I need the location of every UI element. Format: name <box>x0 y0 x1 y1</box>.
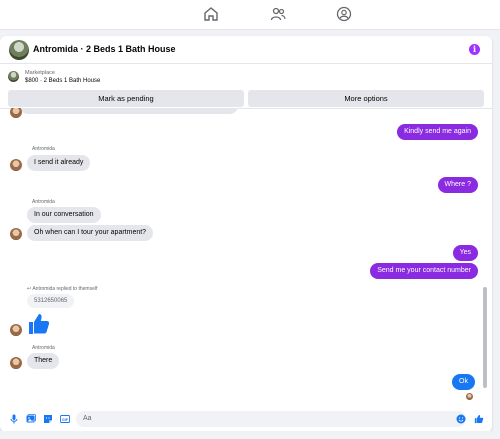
svg-text:GIF: GIF <box>62 417 69 421</box>
avatar <box>10 357 22 369</box>
message-incoming[interactable]: There <box>27 353 60 369</box>
avatar <box>10 324 22 336</box>
sender-name: Antromida <box>32 199 55 205</box>
mark-as-pending-button[interactable]: Mark as pending <box>8 90 244 107</box>
listing-summary[interactable]: Marketplace $800 · 2 Beds 1 Bath House <box>0 65 492 89</box>
microphone-icon[interactable] <box>8 413 19 424</box>
reply-note-text: Antromida replied to themself <box>32 286 98 292</box>
message-composer: GIF Aa <box>0 406 492 432</box>
emoji-icon[interactable] <box>455 413 466 424</box>
seen-avatar <box>466 393 473 400</box>
listing-price: $800 · 2 Beds 1 Bath House <box>25 78 101 84</box>
message-outgoing[interactable]: Kindly send me again <box>397 124 478 140</box>
chat-window: Antromida · 2 Beds 1 Bath House i Market… <box>0 36 492 432</box>
message-bubble-cutoff <box>20 108 238 114</box>
info-icon[interactable]: i <box>469 44 480 55</box>
more-options-button[interactable]: More options <box>248 90 484 107</box>
chat-header: Antromida · 2 Beds 1 Bath House i <box>0 36 492 64</box>
gif-icon[interactable]: GIF <box>59 413 70 424</box>
profile-circle-icon[interactable] <box>335 5 353 23</box>
like-button-icon[interactable] <box>473 413 484 424</box>
chat-title[interactable]: Antromida · 2 Beds 1 Bath House <box>33 44 176 54</box>
message-incoming[interactable]: In our conversation <box>27 207 101 223</box>
message-incoming[interactable]: I send it already <box>27 155 91 171</box>
sender-name: Antromida <box>32 345 55 351</box>
page-bottom-strip <box>0 431 500 439</box>
photo-icon[interactable] <box>25 413 36 424</box>
message-incoming[interactable]: Oh when can I tour your apartment? <box>27 225 154 241</box>
listing-thumbnail <box>8 71 19 82</box>
sticker-icon[interactable] <box>42 413 53 424</box>
listing-avatar[interactable] <box>9 40 29 60</box>
message-outgoing[interactable]: Where ? <box>437 177 478 193</box>
scrollbar[interactable] <box>483 287 487 388</box>
people-icon[interactable] <box>269 5 287 23</box>
listing-source: Marketplace <box>25 70 55 76</box>
reply-note: ↩ Antromida replied to themself <box>27 286 97 292</box>
message-thread[interactable]: Kindly send me again Antromida I send it… <box>0 108 492 403</box>
message-input[interactable]: Aa <box>76 411 466 427</box>
top-navigation <box>0 0 500 30</box>
avatar <box>10 159 22 171</box>
avatar <box>10 228 22 240</box>
reply-quote[interactable]: 5312650065 <box>27 294 75 308</box>
avatar <box>10 108 22 118</box>
home-icon[interactable] <box>202 5 220 23</box>
thumbs-up-icon[interactable] <box>27 312 51 336</box>
message-outgoing[interactable]: Yes <box>452 245 478 261</box>
reply-arrow-icon: ↩ <box>27 286 32 292</box>
action-bar: Mark as pending More options <box>8 90 484 107</box>
message-outgoing[interactable]: Ok <box>452 374 475 390</box>
message-outgoing[interactable]: Send me your contact number <box>370 263 478 279</box>
sender-name: Antromida <box>32 146 55 152</box>
